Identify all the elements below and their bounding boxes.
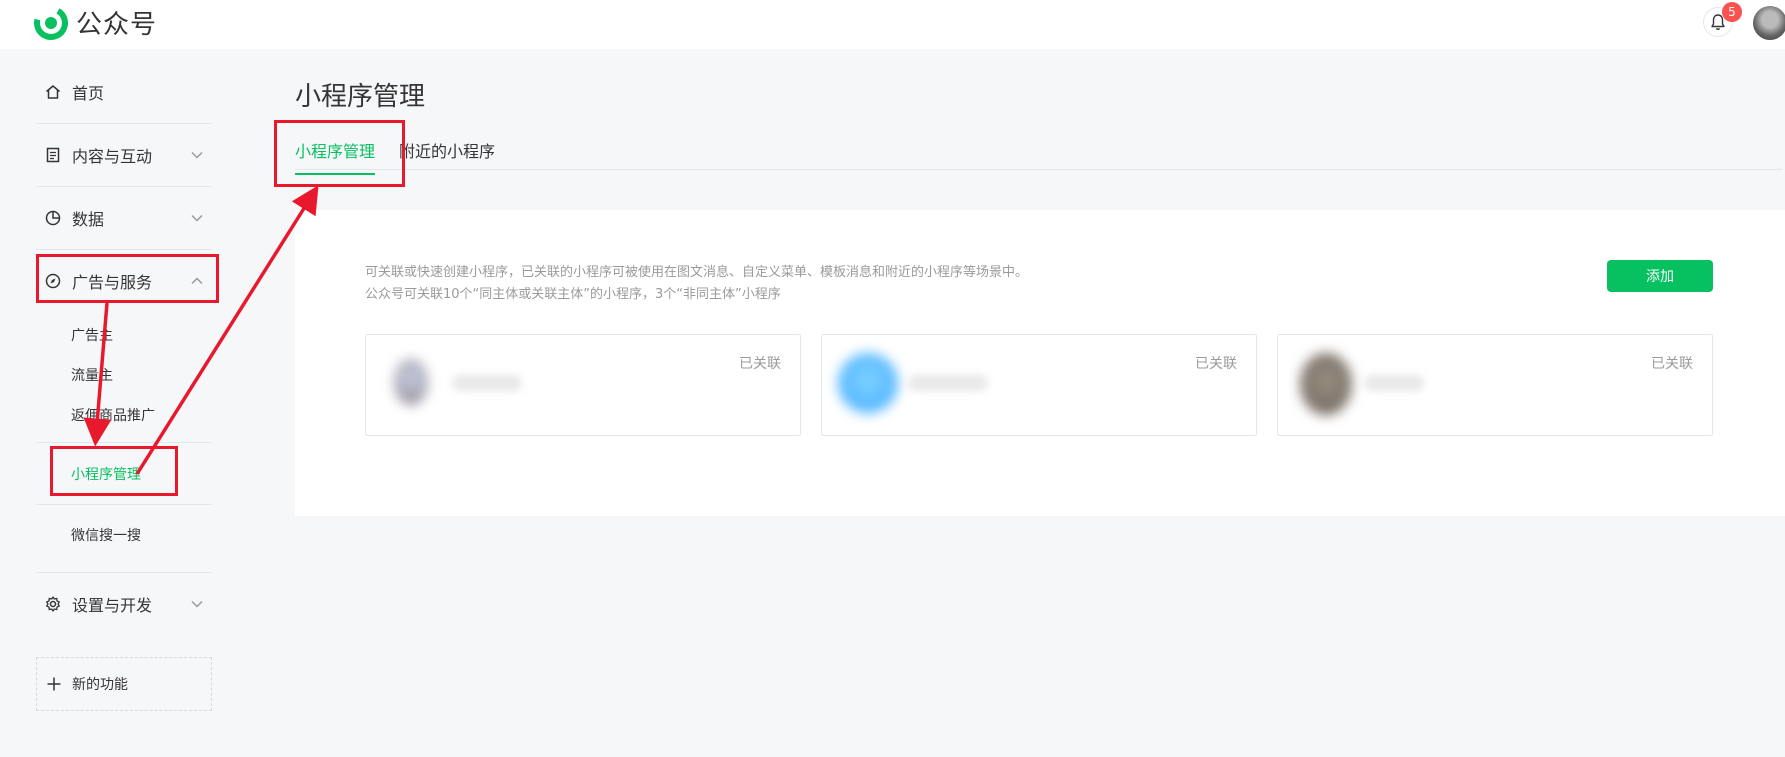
mini-program-avatar: [1300, 353, 1352, 415]
mini-program-avatar: [394, 359, 428, 405]
annotation-box-mini-program-tab: [274, 120, 405, 187]
mini-program-name: [1364, 375, 1424, 391]
divider: [36, 504, 212, 505]
app-name: 公众号: [76, 10, 158, 40]
annotation-box-mini-program-sidebar: [50, 446, 178, 496]
mini-program-card[interactable]: 已关联: [821, 334, 1257, 436]
pie-chart-icon: [45, 210, 61, 226]
mini-program-panel: 可关联或快速创建小程序，已关联的小程序可被使用在图文消息、自定义菜单、模板消息和…: [295, 210, 1785, 516]
notification-badge: 5: [1722, 2, 1742, 22]
description-line-2: 公众号可关联10个“同主体或关联主体”的小程序，3个“非同主体”小程序: [365, 287, 781, 302]
linked-status: 已关联: [1195, 356, 1237, 372]
chevron-down-icon: [191, 151, 203, 159]
sidebar-item-label: 首页: [72, 84, 105, 103]
plus-icon: [47, 677, 61, 691]
sidebar-subitem-commission-promotion[interactable]: 返佣商品推广: [71, 405, 155, 425]
sidebar-item-data[interactable]: 数据: [36, 187, 212, 249]
annotation-box-ads-services: [36, 254, 219, 303]
sidebar: 首页 内容与互动 数据 广告与服务 广告主 流量主 返佣商品推广 小程序管理 微…: [0, 49, 240, 757]
sidebar-item-content[interactable]: 内容与互动: [36, 124, 212, 186]
sidebar-subitem-publisher[interactable]: 流量主: [71, 365, 113, 385]
logo[interactable]: 公众号: [34, 4, 157, 41]
sidebar-item-settings-dev[interactable]: 设置与开发: [36, 573, 212, 635]
avatar[interactable]: [1753, 6, 1785, 40]
new-features-button[interactable]: 新的功能: [36, 657, 212, 711]
wechat-mp-logo-icon: [34, 5, 68, 40]
description: 可关联或快速创建小程序，已关联的小程序可被使用在图文消息、自定义菜单、模板消息和…: [365, 262, 1028, 306]
tab-bar: 小程序管理 附近的小程序: [295, 130, 1782, 175]
new-features-label: 新的功能: [72, 677, 128, 693]
tab-nearby-mini-programs[interactable]: 附近的小程序: [399, 138, 495, 173]
mini-program-card[interactable]: 已关联: [365, 334, 801, 436]
gear-icon: [46, 596, 60, 612]
mini-program-avatar: [838, 353, 898, 413]
sidebar-item-label: 内容与互动: [72, 147, 153, 166]
mini-program-card[interactable]: 已关联: [1277, 334, 1713, 436]
top-bar: 公众号 5: [0, 0, 1785, 49]
add-button[interactable]: 添加: [1607, 260, 1713, 292]
sidebar-item-home[interactable]: 首页: [36, 61, 212, 123]
linked-status: 已关联: [739, 356, 781, 372]
mini-program-name: [452, 375, 522, 391]
chevron-down-icon: [191, 600, 203, 608]
chevron-down-icon: [191, 214, 203, 222]
linked-status: 已关联: [1651, 356, 1693, 372]
sidebar-subitem-wechat-search[interactable]: 微信搜一搜: [71, 525, 141, 545]
divider: [36, 442, 212, 443]
sidebar-item-label: 设置与开发: [72, 596, 153, 615]
home-icon: [46, 85, 60, 99]
mini-program-name: [908, 375, 988, 391]
page-title: 小程序管理: [295, 82, 426, 112]
description-line-1: 可关联或快速创建小程序，已关联的小程序可被使用在图文消息、自定义菜单、模板消息和…: [365, 265, 1029, 280]
document-icon: [46, 147, 60, 163]
sidebar-item-label: 数据: [72, 210, 105, 229]
sidebar-subitem-advertiser[interactable]: 广告主: [71, 325, 113, 345]
